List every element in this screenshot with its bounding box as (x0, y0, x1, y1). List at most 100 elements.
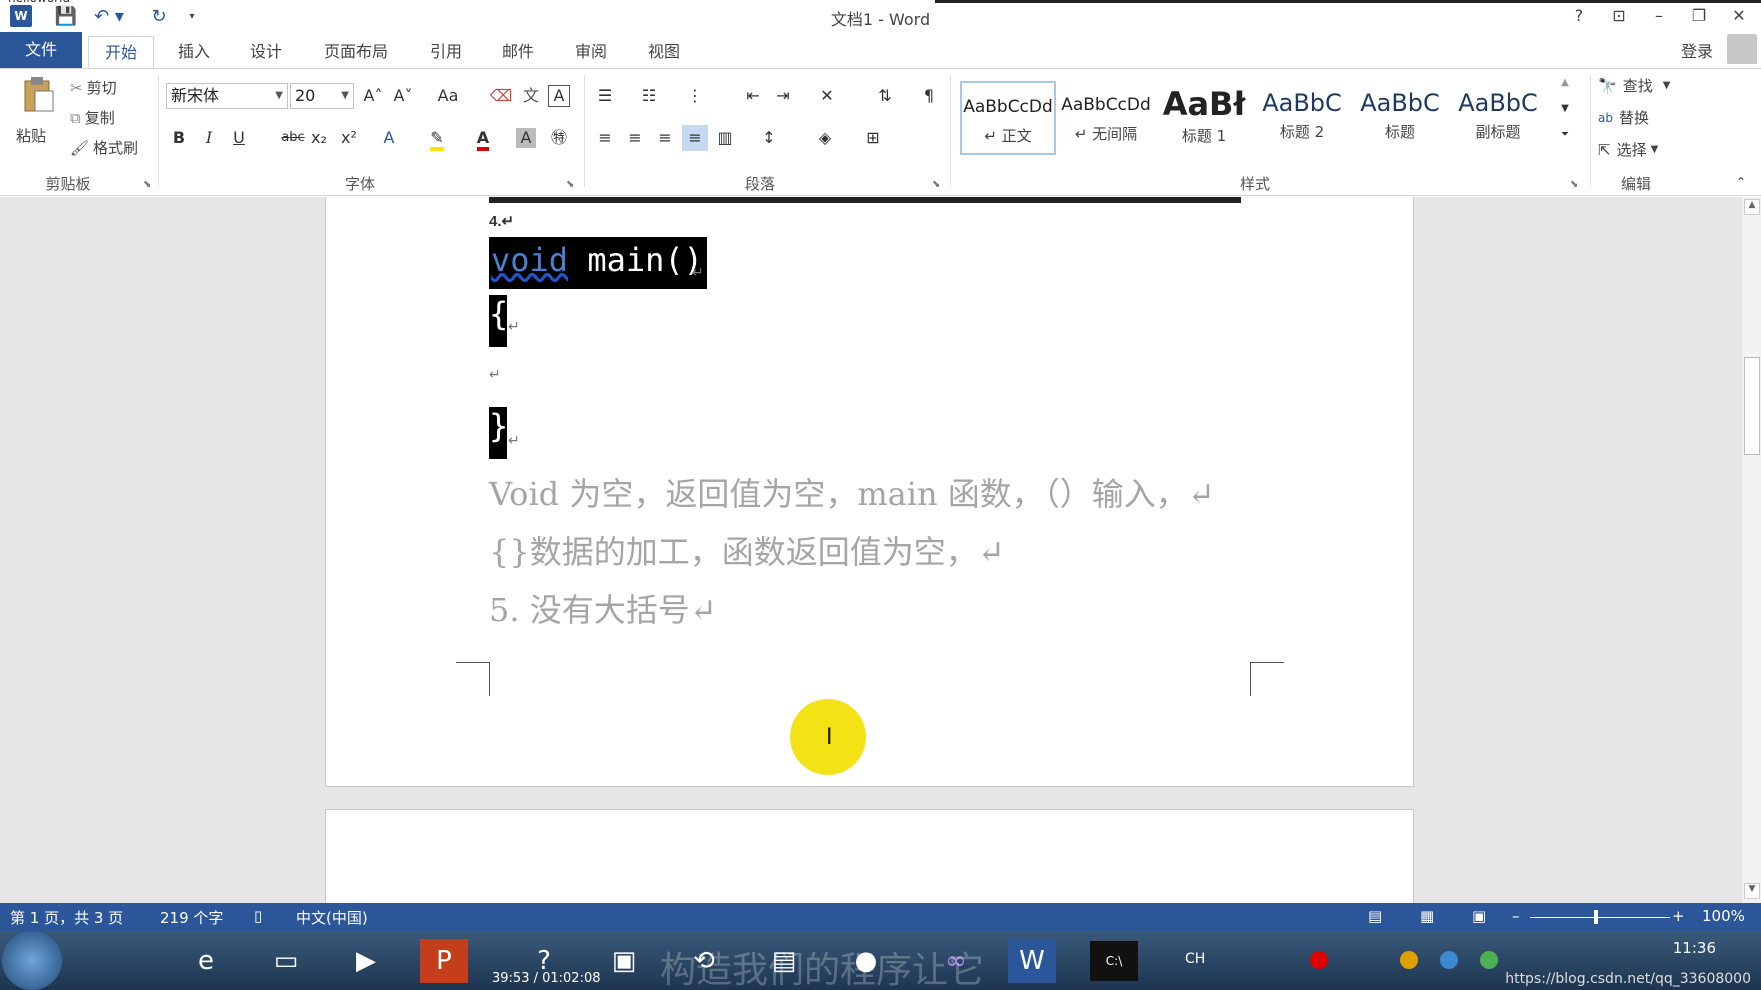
justify-icon[interactable]: ≡ (682, 125, 708, 151)
align-right-icon[interactable]: ≡ (652, 125, 678, 151)
signin-link[interactable]: 登录 (1681, 38, 1713, 62)
italic-button[interactable]: I (196, 125, 222, 151)
code-brace-open[interactable]: { (489, 295, 508, 347)
style-heading-2[interactable]: AaBbC 标题 2 (1254, 81, 1350, 155)
tab-file[interactable]: 文件 (0, 32, 82, 68)
subscript-button[interactable]: x₂ (306, 125, 332, 151)
media-player-icon[interactable]: ▶ (330, 935, 402, 987)
styles-scroll-down-icon[interactable]: ▼ (1552, 99, 1578, 119)
highlight-color-icon[interactable]: ✎ (424, 125, 450, 151)
text-effects-icon[interactable]: A (376, 125, 402, 151)
strikethrough-button[interactable]: abc (276, 125, 310, 151)
paste-button[interactable] (16, 75, 60, 125)
sort-icon[interactable]: ⇅ (872, 83, 898, 109)
scroll-down-icon[interactable]: ▼ (1744, 883, 1760, 899)
font-color-icon[interactable]: A (470, 125, 496, 151)
underline-button[interactable]: U (226, 125, 252, 151)
record-icon[interactable] (1310, 951, 1328, 969)
tab-view[interactable]: 视图 (636, 36, 692, 68)
paragraph-launcher-icon[interactable]: ⬊ (932, 179, 940, 190)
tab-home[interactable]: 开始 (88, 36, 154, 68)
font-launcher-icon[interactable]: ⬊ (566, 179, 574, 190)
cut-button[interactable]: ✂ 剪切 (70, 77, 117, 98)
start-button[interactable] (2, 931, 62, 990)
input-language[interactable]: CH (1185, 951, 1205, 967)
ie-icon[interactable]: e (170, 935, 242, 987)
zoom-level[interactable]: 100% (1702, 907, 1745, 925)
styles-scroll-up-icon[interactable]: ▲ (1552, 73, 1578, 93)
word-taskbar-icon[interactable]: W (1008, 939, 1056, 983)
powerpoint-icon[interactable]: P (420, 939, 468, 983)
change-case-button[interactable]: Aa (428, 83, 468, 109)
character-shading-icon[interactable]: A (516, 128, 536, 148)
chinese-layout-icon[interactable]: ✕ (814, 83, 840, 109)
font-name-dropdown[interactable]: 新宋体 ▼ (166, 83, 288, 109)
read-mode-icon[interactable]: ▤ (1368, 907, 1382, 925)
style-heading-1[interactable]: AaBł 标题 1 (1156, 81, 1252, 155)
line-spacing-icon[interactable]: ↕ (756, 125, 782, 151)
numbering-icon[interactable]: ☷ (636, 83, 662, 109)
document-page[interactable] (325, 809, 1414, 903)
code-brace-close[interactable]: } (489, 407, 508, 459)
zoom-in-button[interactable]: + (1672, 907, 1685, 925)
avatar[interactable] (1727, 34, 1757, 64)
help-button[interactable]: ? (1564, 3, 1594, 27)
align-center-icon[interactable]: ≡ (622, 125, 648, 151)
print-layout-icon[interactable]: ▦ (1420, 907, 1434, 925)
clear-formatting-icon[interactable]: ⌫ (488, 83, 514, 109)
tray-icon[interactable] (1480, 951, 1498, 969)
proofing-icon[interactable]: ▯ (254, 907, 262, 925)
console-icon[interactable]: C:\ (1090, 941, 1138, 981)
distributed-icon[interactable]: ▥ (712, 125, 738, 151)
scroll-up-icon[interactable]: ▲ (1744, 199, 1760, 215)
font-size-dropdown[interactable]: 20 ▼ (290, 83, 354, 109)
file-explorer-icon[interactable]: ▭ (250, 935, 322, 987)
styles-more-icon[interactable]: ⏷ (1552, 125, 1578, 145)
shading-icon[interactable]: ◈ (812, 125, 838, 151)
paste-label[interactable]: 粘贴 (16, 125, 46, 146)
close-button[interactable]: ✕ (1724, 3, 1754, 27)
page-count[interactable]: 第 1 页，共 3 页 (10, 907, 123, 928)
align-left-icon[interactable]: ≡ (592, 125, 618, 151)
tab-design[interactable]: 设计 (238, 36, 294, 68)
word-count[interactable]: 219 个字 (160, 907, 223, 928)
minimize-button[interactable]: – (1644, 3, 1674, 27)
restore-button[interactable]: ❐ (1684, 3, 1714, 27)
shrink-font-button[interactable]: A˅ (390, 83, 416, 109)
tab-review[interactable]: 审阅 (563, 36, 619, 68)
collapse-ribbon-icon[interactable]: ⌃ (1728, 169, 1754, 195)
tab-insert[interactable]: 插入 (166, 36, 222, 68)
grow-font-button[interactable]: A˄ (360, 83, 386, 109)
styles-launcher-icon[interactable]: ⬊ (1570, 179, 1578, 190)
find-button[interactable]: 🔭 查找 ▼ (1598, 75, 1670, 96)
zoom-slider-thumb[interactable] (1594, 910, 1598, 924)
copy-button[interactable]: ⧉ 复制 (70, 107, 115, 128)
style-title[interactable]: AaBbC 标题 (1352, 81, 1448, 155)
character-border-icon[interactable]: A (548, 85, 570, 107)
style-normal[interactable]: AaBbCcDd ↵ 正文 (960, 81, 1056, 155)
web-layout-icon[interactable]: ▣ (1472, 907, 1486, 925)
vertical-scrollbar[interactable]: ▲ ▼ (1741, 197, 1761, 903)
zoom-slider[interactable] (1530, 917, 1670, 918)
multilevel-list-icon[interactable]: ⋮ (682, 83, 708, 109)
language-indicator[interactable]: 中文(中国) (296, 907, 368, 928)
style-no-spacing[interactable]: AaBbCcDd ↵ 无间隔 (1058, 81, 1154, 155)
tab-references[interactable]: 引用 (418, 36, 474, 68)
bold-button[interactable]: B (166, 125, 192, 151)
bullets-icon[interactable]: ☰ (592, 83, 618, 109)
tab-page-layout[interactable]: 页面布局 (314, 36, 398, 68)
body-text-line[interactable]: Void 为空，返回值为空，main 函数，（）输入，↵ (489, 469, 1215, 515)
increase-indent-icon[interactable]: ⇥ (770, 83, 796, 109)
replace-button[interactable]: ab 替换 (1598, 107, 1649, 128)
decrease-indent-icon[interactable]: ⇤ (740, 83, 766, 109)
scrollbar-thumb[interactable] (1744, 357, 1760, 455)
format-painter-button[interactable]: 🖌 格式刷 (70, 137, 138, 158)
show-marks-icon[interactable]: ¶ (916, 83, 942, 109)
document-canvas[interactable]: 4.↵ void main() ↵ { ↵ ↵ } ↵ Void 为空，返回值为… (0, 197, 1741, 903)
borders-icon[interactable]: ⊞ (860, 125, 886, 151)
style-subtitle[interactable]: AaBbC 副标题 (1450, 81, 1546, 155)
body-text-line[interactable]: {}数据的加工，函数返回值为空，↵ (489, 527, 1005, 573)
code-line-main[interactable]: void main() (489, 237, 707, 289)
tab-mailings[interactable]: 邮件 (490, 36, 546, 68)
zoom-out-button[interactable]: – (1512, 907, 1520, 925)
